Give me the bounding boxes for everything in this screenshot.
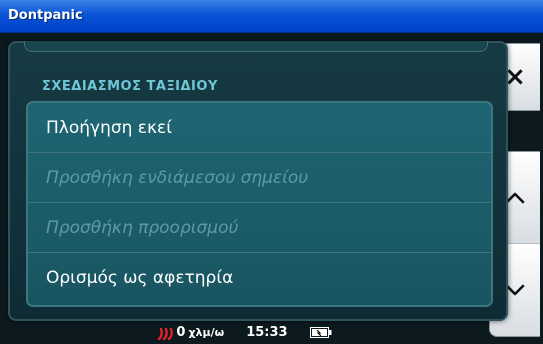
menu-list: Πλοήγηση εκεί Προσθήκη ενδιάμεσου σημείο…: [26, 101, 493, 307]
menu-item-label: Προσθήκη προορισμού: [46, 217, 239, 238]
title-bar: Dontpanic: [0, 0, 543, 33]
status-bar: 0 χλμ/ω 15:33: [0, 321, 489, 344]
menu-item-set-as-start[interactable]: Ορισμός ως αφετηρία: [28, 253, 491, 303]
speed-unit: χλμ/ω: [188, 326, 225, 339]
menu-item-add-destination: Προσθήκη προορισμού: [28, 203, 491, 253]
trip-planning-dialog: ΣΧΕΔΙΑΣΜΟΣ ΤΑΞΙΔΙΟΥ Πλοήγηση εκεί Προσθή…: [8, 41, 508, 321]
battery-charging-icon: [309, 327, 332, 338]
menu-item-add-waypoint: Προσθήκη ενδιάμεσου σημείου: [28, 153, 491, 203]
menu-item-label: Πλοήγηση εκεί: [46, 117, 172, 138]
chevron-down-icon: [505, 284, 525, 296]
menu-item-navigate-there[interactable]: Πλοήγηση εκεί: [28, 103, 491, 153]
speed-readout: 0 χλμ/ω: [157, 325, 224, 340]
menu-item-label: Προσθήκη ενδιάμεσου σημείου: [46, 167, 309, 188]
gps-signal-icon: [158, 327, 174, 340]
navigation-app: × ΣΧΕΔΙΑΣΜΟΣ ΤΑΞΙΔΙΟΥ Πλοήγηση εκεί Προσ…: [0, 33, 543, 344]
app-window: Dontpanic × ΣΧΕΔΙΑΣΜΟΣ ΤΑΞΙΔΙΟΥ Πλοήγηση…: [0, 0, 543, 344]
clock: 15:33: [246, 325, 288, 340]
speed-value: 0: [176, 325, 186, 340]
previous-menu-edge: [24, 41, 488, 52]
dialog-heading: ΣΧΕΔΙΑΣΜΟΣ ΤΑΞΙΔΙΟΥ: [42, 79, 218, 94]
chevron-up-icon: [505, 192, 525, 204]
window-title: Dontpanic: [8, 8, 83, 23]
menu-item-label: Ορισμός ως αφετηρία: [46, 268, 234, 288]
